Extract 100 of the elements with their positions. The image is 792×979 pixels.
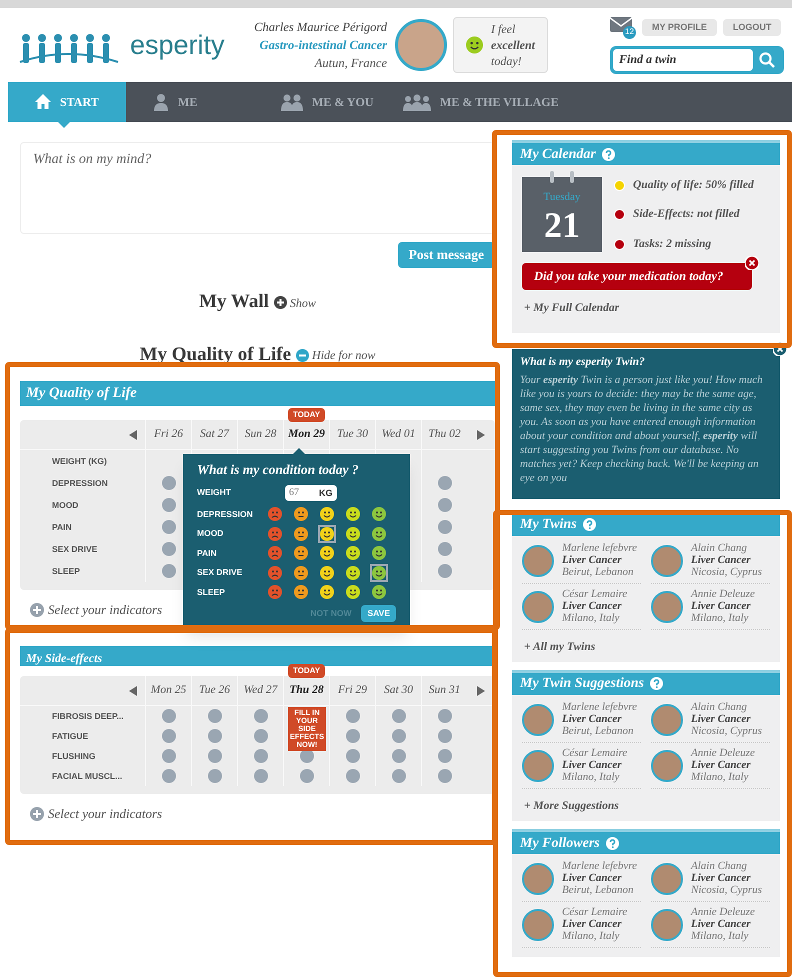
day-label: Wed 01 [382,427,416,442]
avatar-placeholder [651,863,683,895]
panel-link[interactable]: + All my Twins [524,638,596,656]
header-button[interactable]: MY PROFILE [642,18,717,36]
person-condition: Liver Cancer [562,918,623,930]
mood-text: I feel excellent today! [491,21,535,69]
minus-icon [296,348,310,362]
person-name: Marlene lefebvre [562,700,638,713]
status-text: Tasks: 2 missing [633,236,712,252]
row-label: DEPRESSION [51,476,109,490]
day-label: Thu 28 [289,683,324,698]
day-label: Sat 30 [384,683,414,698]
weekday-text: Tuesday [544,190,580,205]
person-location: Milano, Italy [691,930,750,942]
avatar-placeholder [651,704,683,736]
row-label: WEIGHT (KG) [51,454,108,468]
binder-rings-icon [547,171,577,183]
day-label: Wed 27 [244,683,278,698]
select-indicators-link[interactable]: Select your indicators [30,600,162,620]
avatar-placeholder [651,590,683,622]
section-toggle[interactable]: Show [274,294,316,312]
panel-link[interactable]: + More Suggestions [524,798,619,815]
person-condition: Liver Cancer [691,758,752,771]
full-calendar-link[interactable]: + My Full Calendar [524,300,620,317]
panel-title: My Followers [520,834,600,852]
nav-tab[interactable]: ME & YOU [254,82,376,122]
avatar-placeholder [651,909,683,941]
today-badge: TODAY [288,664,326,678]
day-label: Fri 26 [154,427,184,442]
person-location: Milano, Italy [691,770,750,783]
day-number: 21 [544,206,580,244]
person-name: Annie Deleuze [691,906,755,918]
help-icon [582,518,596,531]
panel-title: My Twin Suggestions [520,675,644,694]
logo-text: esperity [130,28,225,62]
today-badge: TODAY [288,408,326,422]
day-label: Sun 28 [244,427,276,442]
person-location: Nicosia, Cyprus [691,884,762,896]
message-field[interactable]: What is on my mind? [20,142,495,234]
person-condition: Liver Cancer [691,554,752,566]
row-label: FIBROSIS DEEP... [51,710,125,723]
people-icon [280,93,304,111]
avatar-placeholder [522,544,554,576]
person-name: Alain Chang [691,860,748,872]
help-icon [606,836,619,850]
row-label: FATIGUE [51,730,90,743]
person-location: Milano, Italy [562,930,620,942]
previous-arrow-icon [129,430,137,440]
status-text: Quality of life: 50% filled [633,178,754,193]
person-condition: Liver Cancer [562,554,623,566]
user-name: Charles Maurice Périgord [254,19,387,36]
person-name: Marlene lefebvre [562,860,638,872]
post-message-button[interactable]: Post message [398,242,495,268]
status-text: Side-Effects: not filled [633,207,740,222]
person-location: Beirut, Lebanon [562,566,634,578]
save-button[interactable]: SAVE [361,605,396,622]
day-label: Thu 02 [428,427,461,442]
person-name: Alain Chang [691,700,748,713]
section-title: My Wall [199,290,269,314]
person-location: Beirut, Lebanon [562,724,634,737]
panel-title: My Twins [520,516,577,534]
row-label: SLEEP [197,586,226,599]
person-condition: Liver Cancer [562,600,623,612]
next-arrow-icon [477,430,485,440]
plus-icon [30,603,44,617]
person-name: Alain Chang [691,542,748,554]
person-location: Nicosia, Cyprus [691,724,762,737]
avatar-placeholder [651,750,683,782]
nav-tab[interactable]: ME [126,82,254,122]
user-location: Autun, France [314,55,387,72]
row-label: MOOD [51,498,80,512]
person-name: César Lemaire [562,746,628,759]
nav-tab[interactable]: ME & THE VILLAGE [376,82,566,122]
unit-label: KG [319,484,336,500]
avatar-placeholder [395,19,447,71]
info-text: Your esperity Twin is a person just like you! How much like you is yours to decide: they may be the same age, same sex, they may even be living in the same city as you. As soon as you have entered enough information about your condition and about yourself, esperity will start suggesting you Twins from our database. No matches yet? Keep checking back. We'll be keeping an eye on you [520,372,764,485]
panel-title: My Quality of Life [26,384,137,403]
section-toggle[interactable]: Hide for now [296,346,376,364]
person-condition: Liver Cancer [562,758,623,771]
person-name: César Lemaire [562,588,628,600]
avatar-placeholder [522,704,554,736]
person-condition: Liver Cancer [562,712,623,725]
weight-field[interactable]: 67 [285,484,319,500]
person-name: César Lemaire [562,906,628,918]
row-label: FACIAL MUSCL... [51,770,124,783]
row-label: SLEEP [51,564,81,578]
avatar-placeholder [651,544,683,576]
select-indicators-link[interactable]: Select your indicators [30,804,162,824]
search-icon [759,52,775,68]
row-label: SEX DRIVE [51,542,98,556]
previous-arrow-icon [129,686,137,696]
row-label: PAIN [51,520,73,534]
header-button[interactable]: LOGOUT [722,18,782,36]
person-condition: Liver Cancer [691,712,752,725]
day-label: Sun 31 [428,683,460,698]
info-title: What is my esperity Twin? [520,354,646,370]
person-name: Annie Deleuze [691,588,755,600]
row-label: DEPRESSION [197,508,254,521]
avatar-placeholder [522,590,554,622]
search-field[interactable]: Find a twin [610,46,784,74]
